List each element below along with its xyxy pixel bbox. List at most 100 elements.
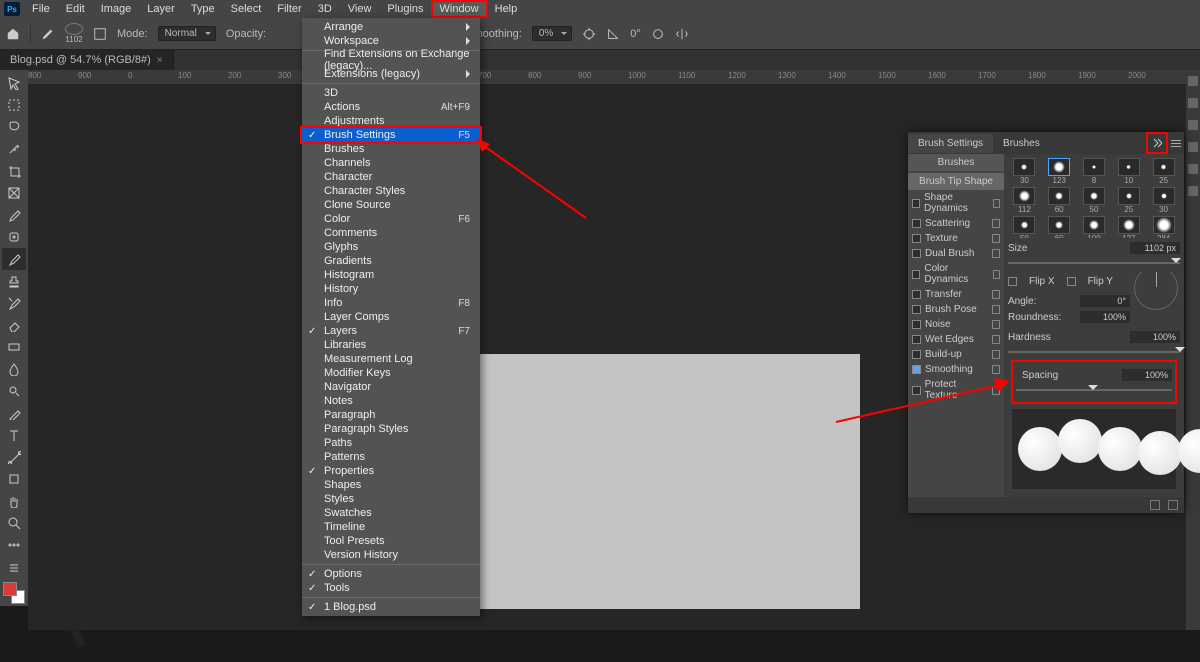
- brush-preset[interactable]: 127: [1112, 216, 1145, 238]
- tool-type[interactable]: [2, 424, 26, 446]
- tool-wand[interactable]: [2, 138, 26, 160]
- brush-preset[interactable]: 30: [1147, 187, 1180, 214]
- menuitem-channels[interactable]: Channels: [302, 156, 480, 170]
- brush-option-wet-edges[interactable]: Wet Edges: [908, 332, 1004, 347]
- brush-option-smoothing[interactable]: Smoothing: [908, 362, 1004, 377]
- trash-icon[interactable]: [1168, 500, 1178, 510]
- brush-preset[interactable]: 112: [1008, 187, 1041, 214]
- brush-option-texture[interactable]: Texture: [908, 231, 1004, 246]
- menuitem-swatches[interactable]: Swatches: [302, 506, 480, 520]
- menuitem-libraries[interactable]: Libraries: [302, 338, 480, 352]
- collapsed-panel-icon[interactable]: [1188, 142, 1198, 152]
- close-tab-icon[interactable]: ×: [157, 55, 163, 66]
- hardness-value[interactable]: 100%: [1130, 331, 1180, 343]
- menuitem-navigator[interactable]: Navigator: [302, 380, 480, 394]
- brush-option-brush-pose[interactable]: Brush Pose: [908, 302, 1004, 317]
- document-canvas[interactable]: [480, 354, 860, 609]
- smoothing-options-icon[interactable]: [582, 27, 596, 41]
- brush-option-shape-dynamics[interactable]: Shape Dynamics: [908, 190, 1004, 216]
- tab-brushes[interactable]: Brushes: [993, 134, 1050, 153]
- menuitem-comments[interactable]: Comments: [302, 226, 480, 240]
- menuitem-tool-presets[interactable]: Tool Presets: [302, 534, 480, 548]
- collapsed-panel-icon[interactable]: [1188, 120, 1198, 130]
- menuitem-actions[interactable]: ActionsAlt+F9: [302, 100, 480, 114]
- hardness-slider[interactable]: [1008, 347, 1180, 357]
- brush-preset[interactable]: 123: [1043, 158, 1076, 185]
- menuitem-brush-settings[interactable]: ✓Brush SettingsF5: [302, 128, 480, 142]
- menu-select[interactable]: Select: [223, 1, 270, 17]
- menuitem-info[interactable]: InfoF8: [302, 296, 480, 310]
- brush-option-noise[interactable]: Noise: [908, 317, 1004, 332]
- menuitem-character[interactable]: Character: [302, 170, 480, 184]
- brush-panel-toggle-icon[interactable]: [93, 27, 107, 41]
- roundness-value[interactable]: 100%: [1080, 311, 1130, 323]
- size-value[interactable]: 1102 px: [1130, 242, 1180, 254]
- brush-option-dual-brush[interactable]: Dual Brush: [908, 246, 1004, 261]
- angle-value[interactable]: 0°: [1080, 295, 1130, 307]
- menuitem-paragraph[interactable]: Paragraph: [302, 408, 480, 422]
- menuitem-1-blog-psd[interactable]: ✓1 Blog.psd: [302, 600, 480, 614]
- menuitem-shapes[interactable]: Shapes: [302, 478, 480, 492]
- menuitem-properties[interactable]: ✓Properties: [302, 464, 480, 478]
- menu-plugins[interactable]: Plugins: [379, 1, 431, 17]
- brush-option-color-dynamics[interactable]: Color Dynamics: [908, 261, 1004, 287]
- menuitem-layer-comps[interactable]: Layer Comps: [302, 310, 480, 324]
- brush-preset[interactable]: 284: [1147, 216, 1180, 238]
- tool-gradient[interactable]: [2, 336, 26, 358]
- tool-move[interactable]: [2, 72, 26, 94]
- tool-heal[interactable]: [2, 226, 26, 248]
- tool-brush[interactable]: [2, 248, 26, 270]
- menu-image[interactable]: Image: [93, 1, 140, 17]
- brush-preset[interactable]: 60: [1043, 216, 1076, 238]
- collapsed-panel-icon[interactable]: [1188, 186, 1198, 196]
- menu-filter[interactable]: Filter: [269, 1, 309, 17]
- brush-option-build-up[interactable]: Build-up: [908, 347, 1004, 362]
- menuitem-3d[interactable]: 3D: [302, 86, 480, 100]
- brush-option-scattering[interactable]: Scattering: [908, 216, 1004, 231]
- pressure-opacity-icon[interactable]: [651, 27, 665, 41]
- tool-lasso[interactable]: [2, 116, 26, 138]
- menuitem-measurement-log[interactable]: Measurement Log: [302, 352, 480, 366]
- tool-stamp[interactable]: [2, 270, 26, 292]
- brush-preset[interactable]: 8: [1078, 158, 1111, 185]
- menuitem-color[interactable]: ColorF6: [302, 212, 480, 226]
- smoothing-dropdown[interactable]: 0%: [532, 26, 572, 41]
- brush-preset[interactable]: 50: [1078, 187, 1111, 214]
- new-preset-icon[interactable]: [1150, 500, 1160, 510]
- collapsed-panel-icon[interactable]: [1188, 76, 1198, 86]
- tool-crop[interactable]: [2, 160, 26, 182]
- tool-blur[interactable]: [2, 358, 26, 380]
- angle-dial[interactable]: [1134, 272, 1178, 310]
- tool-marquee[interactable]: [2, 94, 26, 116]
- tool-dodge[interactable]: [2, 380, 26, 402]
- menuitem-gradients[interactable]: Gradients: [302, 254, 480, 268]
- menuitem-glyphs[interactable]: Glyphs: [302, 240, 480, 254]
- brush-tip-shape-header[interactable]: Brush Tip Shape: [908, 173, 1004, 190]
- collapsed-panel-icon[interactable]: [1188, 164, 1198, 174]
- menuitem-styles[interactable]: Styles: [302, 492, 480, 506]
- panel-popout-button[interactable]: [1146, 132, 1168, 154]
- document-tab[interactable]: Blog.psd @ 54.7% (RGB/8#) ×: [0, 50, 174, 70]
- menuitem-version-history[interactable]: Version History: [302, 548, 480, 562]
- menuitem-patterns[interactable]: Patterns: [302, 450, 480, 464]
- menuitem-brushes[interactable]: Brushes: [302, 142, 480, 156]
- menu-view[interactable]: View: [340, 1, 380, 17]
- tool-zoom[interactable]: [2, 512, 26, 534]
- flip-y-checkbox[interactable]: [1067, 277, 1076, 286]
- color-swatches[interactable]: [3, 582, 25, 604]
- brush-preset[interactable]: 25: [1112, 187, 1145, 214]
- right-panel-strip[interactable]: [1186, 70, 1200, 630]
- brush-preset[interactable]: 30: [1008, 158, 1041, 185]
- tool-history[interactable]: [2, 292, 26, 314]
- menuitem-find-extensions-on-exchange-legacy-[interactable]: Find Extensions on Exchange (legacy)...: [302, 53, 480, 67]
- tool-eraser[interactable]: [2, 314, 26, 336]
- menu-help[interactable]: Help: [487, 1, 526, 17]
- menuitem-arrange[interactable]: Arrange: [302, 20, 480, 34]
- menuitem-extensions-legacy-[interactable]: Extensions (legacy): [302, 67, 480, 81]
- tool-shape[interactable]: [2, 468, 26, 490]
- brush-preset[interactable]: 50: [1008, 216, 1041, 238]
- spacing-value[interactable]: 100%: [1122, 369, 1172, 381]
- collapsed-panel-icon[interactable]: [1188, 98, 1198, 108]
- menu-3d[interactable]: 3D: [310, 1, 340, 17]
- brushes-header[interactable]: Brushes: [908, 154, 1004, 171]
